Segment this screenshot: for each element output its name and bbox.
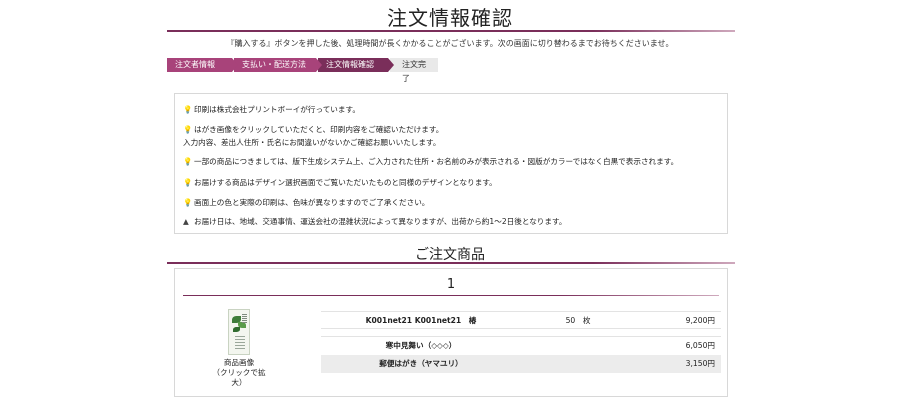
step-payment-shipping: 支払い・配送方法 (234, 58, 322, 72)
step-order-complete: 注文完了 (390, 58, 438, 83)
item-name: 寒中見舞い（◇◇◇） (385, 341, 457, 350)
info-line: 💡 画面上の色と実際の印刷は、色味が異なりますのでご了承ください。 (183, 197, 429, 208)
info-line-continued: 入力内容、差出人住所・氏名にお間違いがないかご確認お願いいたします。 (183, 137, 440, 148)
warning-icon: ▲ (183, 217, 189, 226)
step-orderer-info: 注文者情報入力 (167, 58, 238, 83)
step-order-confirm: 注文情報確認 (318, 58, 394, 72)
item-name: K001net21 K001net21 椿 (365, 316, 477, 325)
progress-steps: 注文者情報入力 支払い・配送方法 注文情報確認 注文完了 (167, 58, 440, 83)
item-price: 3,150円 (685, 359, 715, 368)
thumbnail-caption-line: （クリックで拡大） (212, 368, 266, 387)
thumbnail-caption: 商品画像 （クリックで拡大） (207, 358, 271, 388)
item-price: 6,050円 (685, 341, 715, 350)
order-items-title: ご注文商品 (415, 247, 485, 263)
info-text: お届け日は、地域、交通事情、運送会社の混雑状況によって異なりますが、出荷から約1… (194, 217, 567, 226)
info-line: ▲ お届け日は、地域、交通事情、運送会社の混雑状況によって異なりますが、出荷から約… (183, 216, 566, 227)
info-text: 入力内容、差出人住所・氏名にお間違いがないかご確認お願いいたします。 (183, 138, 441, 147)
table-row: 寒中見舞い（◇◇◇） 6,050円 (321, 336, 721, 354)
bulb-icon: 💡 (183, 125, 193, 134)
info-line: 💡 はがき画像をクリックしていただくと、印刷内容をご確認いただけます。 (183, 124, 443, 135)
thumbnail-caption-line: 商品画像 (223, 358, 255, 367)
order-item-number: 1 (446, 277, 456, 292)
info-text: はがき画像をクリックしていただくと、印刷内容をご確認いただけます。 (194, 125, 444, 134)
bulb-icon: 💡 (183, 157, 193, 166)
info-text: 印刷は株式会社プリントボーイが行っています。 (194, 105, 360, 114)
bulb-icon: 💡 (183, 198, 193, 207)
table-row: K001net21 K001net21 椿 50 枚 9,200円 (321, 311, 721, 329)
info-text: 一部の商品につきましては、版下生成システム上、ご入力された住所・お名前のみが表示… (194, 157, 679, 166)
item-price: 9,200円 (685, 316, 715, 325)
info-line: 💡 お届けする商品はデザイン選択画面でご覧いただいたものと同様のデザインとなります… (183, 177, 497, 188)
info-text: お届けする商品はデザイン選択画面でご覧いただいたものと同様のデザインとなります。 (194, 178, 497, 187)
processing-notice: 『購入する』ボタンを押した後、処理時間が長くかかることがございます。次の画面に切… (226, 39, 674, 48)
info-text: 画面上の色と実際の印刷は、色味が異なりますのでご了承ください。 (194, 198, 430, 207)
bulb-icon: 💡 (183, 105, 193, 114)
postcard-thumbnail[interactable] (228, 309, 250, 355)
info-line: 💡 一部の商品につきましては、版下生成システム上、ご入力された住所・お名前のみが表… (183, 156, 678, 167)
item-quantity: 50 枚 (565, 316, 591, 325)
order-item-card: 1 商品画像 （クリックで拡大） K001net21 K001net21 椿 5… (174, 268, 728, 397)
title-underline (167, 30, 735, 32)
bulb-icon: 💡 (183, 178, 193, 187)
order-item-divider (183, 295, 719, 296)
info-box: 💡 印刷は株式会社プリントボーイが行っています。 💡 はがき画像をクリックしていただ… (174, 93, 728, 234)
info-line: 💡 印刷は株式会社プリントボーイが行っています。 (183, 104, 360, 115)
table-row: 郵便はがき（ヤマユリ） 3,150円 (321, 355, 721, 373)
order-items-underline (167, 262, 735, 264)
page-title: 注文情報確認 (387, 6, 513, 30)
item-name: 郵便はがき（ヤマユリ） (379, 359, 463, 368)
